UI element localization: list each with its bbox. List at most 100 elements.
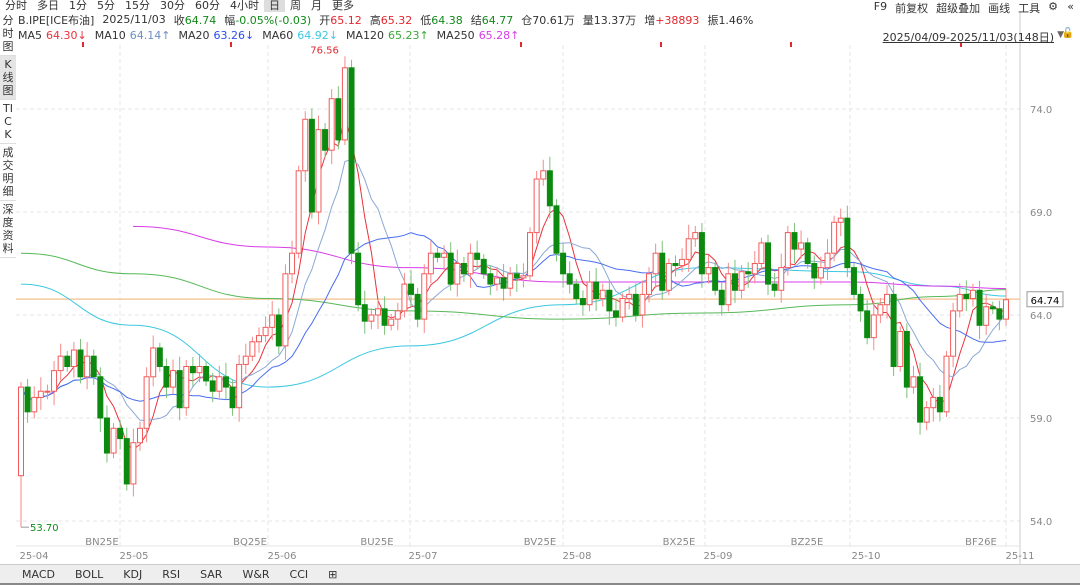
candle[interactable] <box>910 365 917 394</box>
candle[interactable] <box>573 278 580 304</box>
period-tab[interactable]: 5分 <box>92 0 120 12</box>
candle[interactable] <box>844 205 851 278</box>
candle[interactable] <box>612 298 619 327</box>
candle[interactable] <box>170 359 177 394</box>
candle[interactable] <box>811 255 818 289</box>
candle[interactable] <box>77 338 84 384</box>
candle[interactable] <box>507 267 514 297</box>
candle[interactable] <box>421 264 428 334</box>
candle[interactable] <box>765 234 772 296</box>
candle[interactable] <box>394 302 401 331</box>
candle[interactable] <box>487 265 494 296</box>
candle[interactable] <box>857 286 864 322</box>
candle[interactable] <box>923 401 930 431</box>
candle[interactable] <box>520 263 527 288</box>
event-marker[interactable] <box>660 42 662 47</box>
candle[interactable] <box>262 316 269 343</box>
candle[interactable] <box>652 243 659 288</box>
candle[interactable] <box>37 377 44 410</box>
candle[interactable] <box>295 165 302 259</box>
period-tab[interactable]: 月 <box>306 0 327 12</box>
candle[interactable] <box>698 223 705 288</box>
candle[interactable] <box>798 230 805 259</box>
period-tab[interactable]: 多日 <box>32 0 64 12</box>
left-tab-depth[interactable]: 深度资料 <box>0 201 16 258</box>
period-tab[interactable]: 60分 <box>190 0 225 12</box>
candle[interactable] <box>70 341 77 378</box>
candle[interactable] <box>255 327 262 353</box>
kline-chart[interactable]: 74.0 69.0 64.0 59.0 54.0 BN25E BQ25E BU25E BV25E… <box>0 0 1080 564</box>
candle[interactable] <box>474 240 481 269</box>
toolbar-button[interactable]: 画线 <box>988 0 1010 16</box>
period-tab[interactable]: 更多 <box>327 0 359 12</box>
candle[interactable] <box>315 115 322 225</box>
left-tab-kline[interactable]: K线图 <box>0 56 16 100</box>
candle[interactable] <box>553 199 560 262</box>
indicator-tab[interactable]: BOLL <box>65 568 113 581</box>
candle[interactable] <box>57 343 64 381</box>
candle[interactable] <box>500 263 507 301</box>
candle[interactable] <box>176 356 183 421</box>
candle[interactable] <box>903 323 910 399</box>
date-range-selector[interactable]: 2025/04/09-2025/11/03(148日) <box>883 29 1054 45</box>
candle[interactable] <box>989 301 996 314</box>
candle[interactable] <box>513 264 520 292</box>
candle[interactable] <box>275 308 282 354</box>
candle[interactable] <box>31 386 38 419</box>
candle[interactable] <box>791 223 798 264</box>
left-tab-timeshare[interactable]: 分时图 <box>0 12 16 56</box>
candle[interactable] <box>864 299 871 345</box>
candle[interactable] <box>943 351 950 417</box>
toolbar-button[interactable]: 工具 <box>1018 0 1040 16</box>
candle[interactable] <box>368 308 375 330</box>
candle[interactable] <box>467 243 474 288</box>
candle[interactable] <box>850 262 857 300</box>
candle[interactable] <box>388 313 395 331</box>
candle[interactable] <box>480 254 487 279</box>
candle[interactable] <box>824 239 831 281</box>
candle[interactable] <box>599 283 606 307</box>
indicator-tab[interactable]: KDJ <box>113 568 152 581</box>
collapse-icon[interactable]: « <box>1067 0 1074 13</box>
candle[interactable] <box>533 170 540 244</box>
candle[interactable] <box>414 287 421 328</box>
candle[interactable] <box>639 280 646 328</box>
dropdown-icon[interactable]: ▼ <box>1057 30 1064 40</box>
candle[interactable] <box>381 296 388 335</box>
candle[interactable] <box>302 111 309 182</box>
candle[interactable] <box>540 159 547 186</box>
candle[interactable] <box>877 298 884 324</box>
indicator-tab[interactable]: SAR <box>190 568 232 581</box>
period-tab[interactable]: 30分 <box>155 0 190 12</box>
candle[interactable] <box>837 208 844 237</box>
candle[interactable] <box>130 428 137 497</box>
candle[interactable] <box>884 284 891 319</box>
candle[interactable] <box>189 356 196 387</box>
candle[interactable] <box>527 227 534 282</box>
candle[interactable] <box>117 420 124 450</box>
candle[interactable] <box>348 59 355 265</box>
candle[interactable] <box>203 361 210 387</box>
event-marker[interactable] <box>520 42 522 47</box>
candle[interactable] <box>150 335 157 387</box>
candle[interactable] <box>24 379 31 423</box>
period-tab[interactable]: 周 <box>285 0 306 12</box>
candle[interactable] <box>84 342 91 390</box>
candle[interactable] <box>870 301 877 351</box>
candle[interactable] <box>222 362 229 400</box>
candle[interactable] <box>718 282 725 316</box>
period-tab[interactable]: 日 <box>264 0 285 12</box>
candle[interactable] <box>930 387 937 422</box>
candle[interactable] <box>593 268 600 312</box>
candle[interactable] <box>976 280 983 340</box>
candle[interactable] <box>758 237 765 269</box>
candle[interactable] <box>665 258 672 296</box>
toolbar-button[interactable]: F9 <box>874 0 887 16</box>
indicator-tab[interactable]: MACD <box>12 568 65 581</box>
indicator-tab[interactable]: CCI <box>280 568 319 581</box>
candle[interactable] <box>725 262 732 312</box>
event-marker[interactable] <box>82 42 84 47</box>
candle[interactable] <box>401 273 408 318</box>
period-tab[interactable]: 15分 <box>120 0 155 12</box>
candle[interactable] <box>560 243 567 288</box>
